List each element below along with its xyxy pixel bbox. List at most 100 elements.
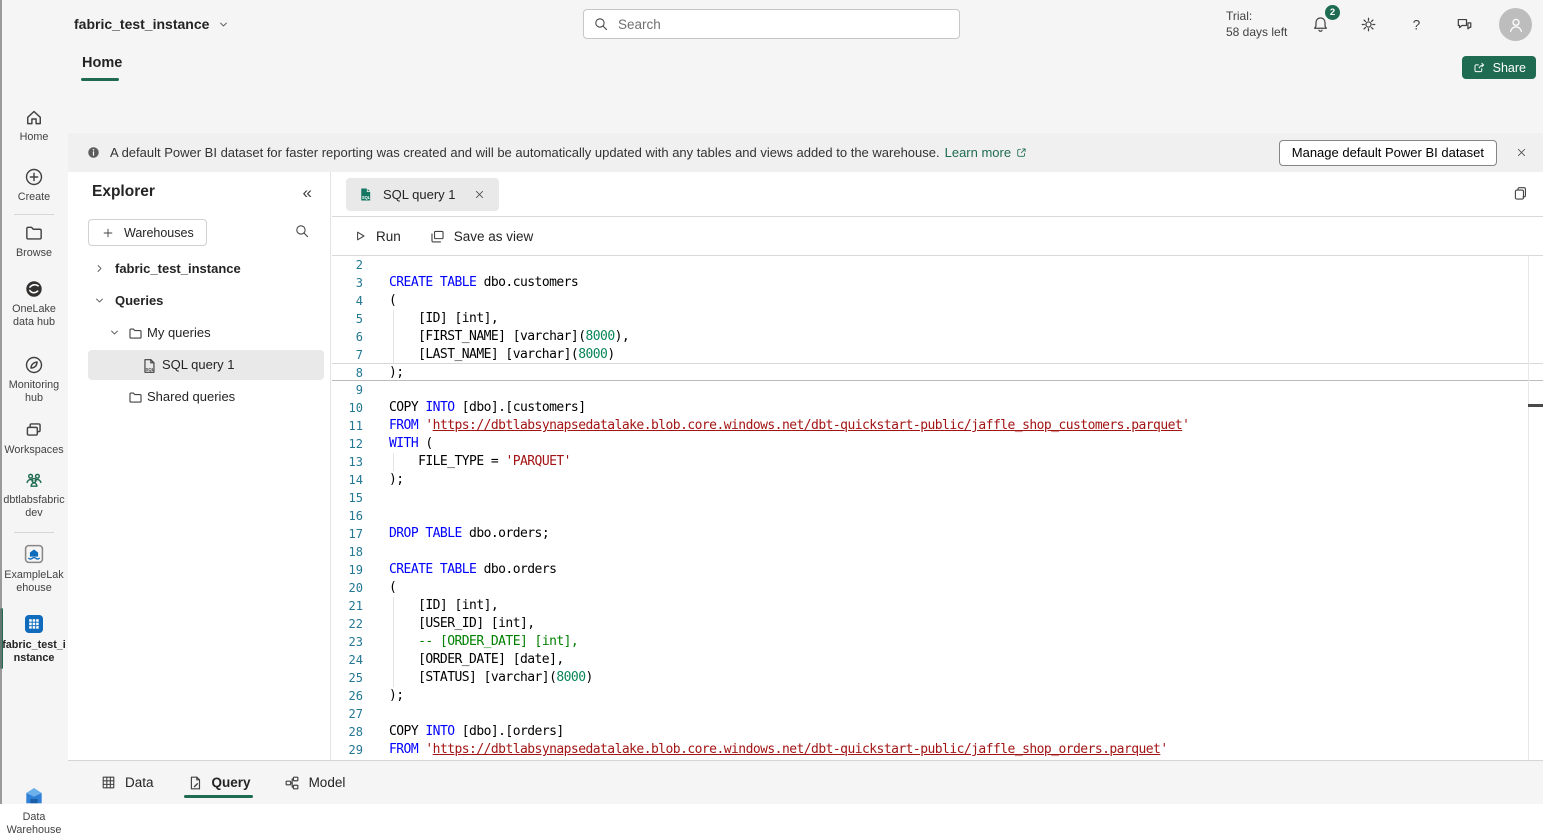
tab-home[interactable]: Home	[82, 53, 122, 73]
banner-close-button[interactable]	[1507, 139, 1535, 167]
line-number: 13	[332, 453, 363, 471]
tab-close-button[interactable]	[471, 186, 488, 203]
code-line-5[interactable]: 5 [ID] [int],	[332, 310, 1543, 328]
view-tab-data[interactable]: Data	[90, 761, 164, 804]
indent-guide	[393, 328, 394, 346]
rail-item-monitoring[interactable]: Monitoring hub	[0, 354, 68, 405]
code-text	[363, 381, 389, 399]
code-line-4[interactable]: 4(	[332, 292, 1543, 310]
code-line-6[interactable]: 6 [FIRST_NAME] [varchar](8000),	[332, 328, 1543, 346]
new-warehouse-button[interactable]: Warehouses	[88, 219, 207, 246]
code-line-26[interactable]: 26);	[332, 687, 1543, 705]
tab-sql-query-1[interactable]: SQL SQL query 1	[346, 178, 499, 211]
query-editor: SQL SQL query 1 Run Save as view 23CREAT…	[332, 172, 1543, 760]
indent-guide	[393, 346, 394, 364]
view-tab-model[interactable]: Model	[273, 761, 356, 804]
warehouse-blue-icon	[0, 612, 68, 636]
query-toolbar: Run Save as view	[332, 217, 1543, 256]
chevron-right-icon[interactable]	[93, 262, 106, 275]
code-line-21[interactable]: 21 [ID] [int],	[332, 597, 1543, 615]
code-line-10[interactable]: 10COPY INTO [dbo].[customers]	[332, 399, 1543, 417]
chevron-down-icon[interactable]	[108, 326, 121, 339]
table-grid-icon	[100, 774, 117, 791]
info-banner: A default Power BI dataset for faster re…	[68, 133, 1543, 172]
dw-house-icon	[0, 784, 68, 808]
line-number: 21	[332, 597, 363, 615]
workspace-switcher[interactable]: fabric_test_instance	[74, 12, 230, 36]
code-line-18[interactable]: 18	[332, 543, 1543, 561]
tree-item-shared-queries[interactable]: Shared queries	[68, 381, 330, 413]
code-line-14[interactable]: 14);	[332, 471, 1543, 489]
code-line-17[interactable]: 17DROP TABLE dbo.orders;	[332, 525, 1543, 543]
code-line-27[interactable]: 27	[332, 705, 1543, 723]
line-number: 9	[332, 381, 363, 399]
code-line-28[interactable]: 28COPY INTO [dbo].[orders]	[332, 723, 1543, 741]
share-button[interactable]: Share	[1462, 56, 1536, 79]
tree-item-label: fabric_test_instance	[115, 261, 241, 276]
rail-divider	[14, 214, 54, 215]
code-line-19[interactable]: 19CREATE TABLE dbo.orders	[332, 561, 1543, 579]
indent-guide	[393, 453, 394, 471]
code-line-22[interactable]: 22 [USER_ID] [int],	[332, 615, 1543, 633]
indent-guide	[393, 651, 394, 669]
save-as-view-button[interactable]: Save as view	[429, 228, 534, 245]
notifications-button[interactable]: 2	[1304, 8, 1336, 40]
explorer-collapse-button[interactable]: «	[303, 183, 312, 203]
code-line-7[interactable]: 7 [LAST_NAME] [varchar](8000)	[332, 346, 1543, 364]
app-launcher-icon[interactable]	[16, 12, 42, 38]
rail-item-onelake[interactable]: OneLake data hub	[0, 278, 68, 329]
code-line-25[interactable]: 25 [STATUS] [varchar](8000)	[332, 669, 1543, 687]
copy-button[interactable]	[1512, 185, 1529, 202]
rail-item-home[interactable]: Home	[0, 106, 68, 144]
manage-dataset-button[interactable]: Manage default Power BI dataset	[1279, 140, 1497, 166]
settings-button[interactable]	[1352, 8, 1384, 40]
rail-item-label: Data Warehouse	[0, 811, 68, 837]
code-line-29[interactable]: 29FROM 'https://dbtlabsynapsedatalake.bl…	[332, 741, 1543, 759]
rail-item-lakehouse[interactable]: ExampleLakehouse	[0, 542, 68, 595]
global-search[interactable]	[583, 9, 960, 39]
trial-status: Trial: 58 days left	[1226, 8, 1287, 40]
rail-item-dw[interactable]: Data Warehouse	[0, 784, 68, 837]
feedback-button[interactable]	[1448, 8, 1480, 40]
code-line-11[interactable]: 11FROM 'https://dbtlabsynapsedatalake.bl…	[332, 417, 1543, 435]
avatar[interactable]	[1499, 8, 1532, 41]
help-button[interactable]: ?	[1400, 8, 1432, 40]
code-line-20[interactable]: 20(	[332, 579, 1543, 597]
chevron-down-icon[interactable]	[93, 294, 106, 307]
share-icon	[1472, 60, 1487, 75]
code-editor[interactable]: 23CREATE TABLE dbo.customers4(5 [ID] [in…	[332, 256, 1543, 760]
banner-message: A default Power BI dataset for faster re…	[110, 145, 940, 160]
tree-item-my-queries[interactable]: My queries	[68, 317, 330, 349]
rail-item-browse[interactable]: Browse	[0, 222, 68, 260]
code-line-24[interactable]: 24 [ORDER_DATE] [date],	[332, 651, 1543, 669]
search-input[interactable]	[616, 16, 950, 33]
code-line-2[interactable]: 2	[332, 256, 1543, 274]
code-line-16[interactable]: 16	[332, 507, 1543, 525]
code-text: COPY INTO [dbo].[orders]	[363, 723, 564, 741]
code-line-23[interactable]: 23 -- [ORDER_DATE] [int],	[332, 633, 1543, 651]
tree-item-fabric_test_instance[interactable]: fabric_test_instance	[68, 253, 330, 285]
rail-item-dbt[interactable]: dbtlabsfabricdev	[0, 469, 68, 520]
tree-item-sql-query-1[interactable]: SQLSQL query 1	[68, 349, 330, 381]
tree-item-queries[interactable]: Queries	[68, 285, 330, 317]
editor-scrollbar[interactable]	[1528, 256, 1543, 760]
view-tab-query[interactable]: Query	[176, 761, 261, 804]
line-number: 22	[332, 615, 363, 633]
code-line-3[interactable]: 3CREATE TABLE dbo.customers	[332, 274, 1543, 292]
rail-item-create[interactable]: Create	[0, 166, 68, 204]
rail-item-warehouse[interactable]: fabric_test_instance	[0, 612, 68, 665]
explorer-search-button[interactable]	[294, 223, 310, 239]
learn-more-link[interactable]: Learn more	[945, 145, 1028, 160]
code-text: CREATE TABLE dbo.orders	[363, 561, 556, 579]
line-number: 11	[332, 417, 363, 435]
line-number: 25	[332, 669, 363, 687]
line-number: 10	[332, 399, 363, 417]
code-line-13[interactable]: 13 FILE_TYPE = 'PARQUET'	[332, 453, 1543, 471]
code-line-15[interactable]: 15	[332, 489, 1543, 507]
code-line-9[interactable]: 9	[332, 381, 1543, 399]
code-line-8[interactable]: 8);	[332, 363, 1543, 381]
line-number: 6	[332, 328, 363, 346]
code-line-12[interactable]: 12WITH (	[332, 435, 1543, 453]
rail-item-workspaces[interactable]: Workspaces	[0, 419, 68, 457]
run-button[interactable]: Run	[352, 228, 401, 244]
